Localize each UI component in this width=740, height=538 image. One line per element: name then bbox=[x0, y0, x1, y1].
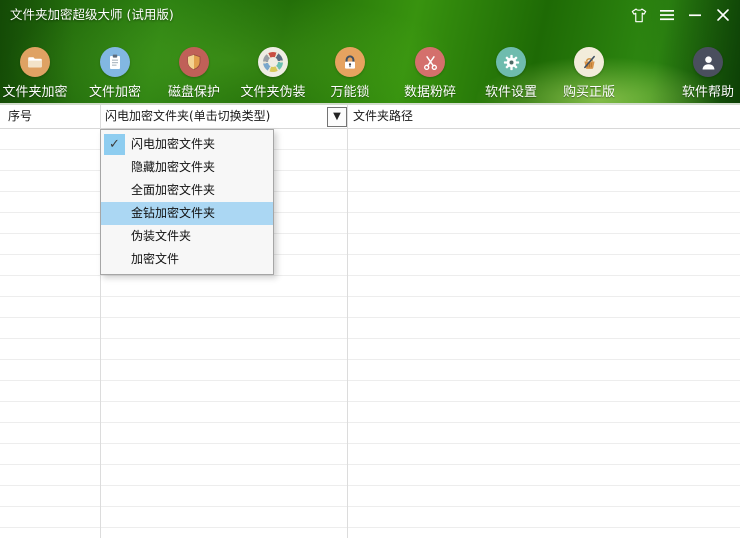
tshirt-icon bbox=[629, 6, 649, 25]
toolbar-label: 文件夹伪装 bbox=[233, 81, 313, 100]
app-window: 文件夹加密超级大师 (试用版) bbox=[0, 0, 740, 538]
column-divider bbox=[347, 105, 348, 538]
chevron-down-icon: ▼ bbox=[333, 111, 341, 122]
toolbar-item-universal-lock[interactable]: 万能锁 bbox=[310, 30, 390, 100]
main-menu-button[interactable] bbox=[656, 2, 678, 28]
toolbar-item-data-shred[interactable]: 数据粉碎 bbox=[390, 30, 470, 100]
folder-encrypt-icon bbox=[20, 47, 50, 77]
menu-item-diamond-encrypt[interactable]: 金钻加密文件夹 bbox=[101, 202, 273, 225]
toolbar-item-settings[interactable]: 软件设置 bbox=[471, 30, 551, 100]
buy-basket-icon bbox=[574, 47, 604, 77]
color-ring bbox=[263, 52, 283, 72]
settings-gear-icon bbox=[496, 47, 526, 77]
folder-disguise-icon bbox=[258, 47, 288, 77]
file-encrypt-icon bbox=[100, 47, 130, 77]
toolbar-item-buy[interactable]: 购买正版 bbox=[549, 30, 629, 100]
toolbar-label: 数据粉碎 bbox=[390, 81, 470, 100]
toolbar: 文件夹加密 文件加密 磁盘保护 bbox=[0, 30, 740, 103]
menu-item-label: 闪电加密文件夹 bbox=[131, 137, 215, 151]
menu-item-label: 伪装文件夹 bbox=[131, 229, 191, 243]
hamburger-icon bbox=[659, 8, 675, 22]
list-header: 序号 闪电加密文件夹(单击切换类型) ▼ 文件夹路径 bbox=[0, 105, 740, 129]
data-shred-icon bbox=[415, 47, 445, 77]
toolbar-label: 软件设置 bbox=[471, 81, 551, 100]
toolbar-label: 软件帮助 bbox=[668, 81, 740, 100]
type-dropdown-menu: ✓ 闪电加密文件夹 隐藏加密文件夹 全面加密文件夹 金钻加密文件夹 伪装文件夹 … bbox=[100, 129, 274, 275]
toolbar-item-disk-protect[interactable]: 磁盘保护 bbox=[154, 30, 234, 100]
menu-item-label: 隐藏加密文件夹 bbox=[131, 160, 215, 174]
menu-item-label: 金钻加密文件夹 bbox=[131, 206, 215, 220]
toolbar-item-folder-disguise[interactable]: 文件夹伪装 bbox=[233, 30, 313, 100]
header-col-path: 文件夹路径 bbox=[347, 105, 740, 128]
menu-item-label: 全面加密文件夹 bbox=[131, 183, 215, 197]
menu-item-disguise-folder[interactable]: 伪装文件夹 bbox=[101, 225, 273, 248]
minimize-icon bbox=[688, 8, 702, 22]
toolbar-label: 文件加密 bbox=[75, 81, 155, 100]
type-dropdown-button[interactable]: ▼ bbox=[327, 107, 347, 127]
header-col-number: 序号 bbox=[0, 105, 100, 128]
window-controls bbox=[628, 0, 734, 30]
toolbar-label: 购买正版 bbox=[549, 81, 629, 100]
menu-item-encrypt-file[interactable]: 加密文件 bbox=[101, 248, 273, 271]
toolbar-item-folder-encrypt[interactable]: 文件夹加密 bbox=[0, 30, 75, 100]
toolbar-label: 万能锁 bbox=[310, 81, 390, 100]
header-col-type[interactable]: 闪电加密文件夹(单击切换类型) bbox=[100, 105, 327, 128]
toolbar-item-help[interactable]: 软件帮助 bbox=[668, 30, 740, 100]
disk-protect-icon bbox=[179, 47, 209, 77]
toolbar-label: 磁盘保护 bbox=[154, 81, 234, 100]
menu-item-full-encrypt[interactable]: 全面加密文件夹 bbox=[101, 179, 273, 202]
minimize-button[interactable] bbox=[684, 2, 706, 28]
universal-lock-icon bbox=[335, 47, 365, 77]
window-title: 文件夹加密超级大师 (试用版) bbox=[10, 0, 174, 30]
help-person-icon bbox=[693, 47, 723, 77]
close-button[interactable] bbox=[712, 2, 734, 28]
menu-item-label: 加密文件 bbox=[131, 252, 179, 266]
toolbar-item-file-encrypt[interactable]: 文件加密 bbox=[75, 30, 155, 100]
check-icon: ✓ bbox=[104, 134, 125, 155]
toolbar-label: 文件夹加密 bbox=[0, 81, 75, 100]
change-skin-button[interactable] bbox=[628, 2, 650, 28]
menu-item-hide-encrypt[interactable]: 隐藏加密文件夹 bbox=[101, 156, 273, 179]
menu-item-flash-encrypt[interactable]: ✓ 闪电加密文件夹 bbox=[101, 133, 273, 156]
titlebar: 文件夹加密超级大师 (试用版) bbox=[0, 0, 740, 30]
close-icon bbox=[716, 8, 730, 22]
